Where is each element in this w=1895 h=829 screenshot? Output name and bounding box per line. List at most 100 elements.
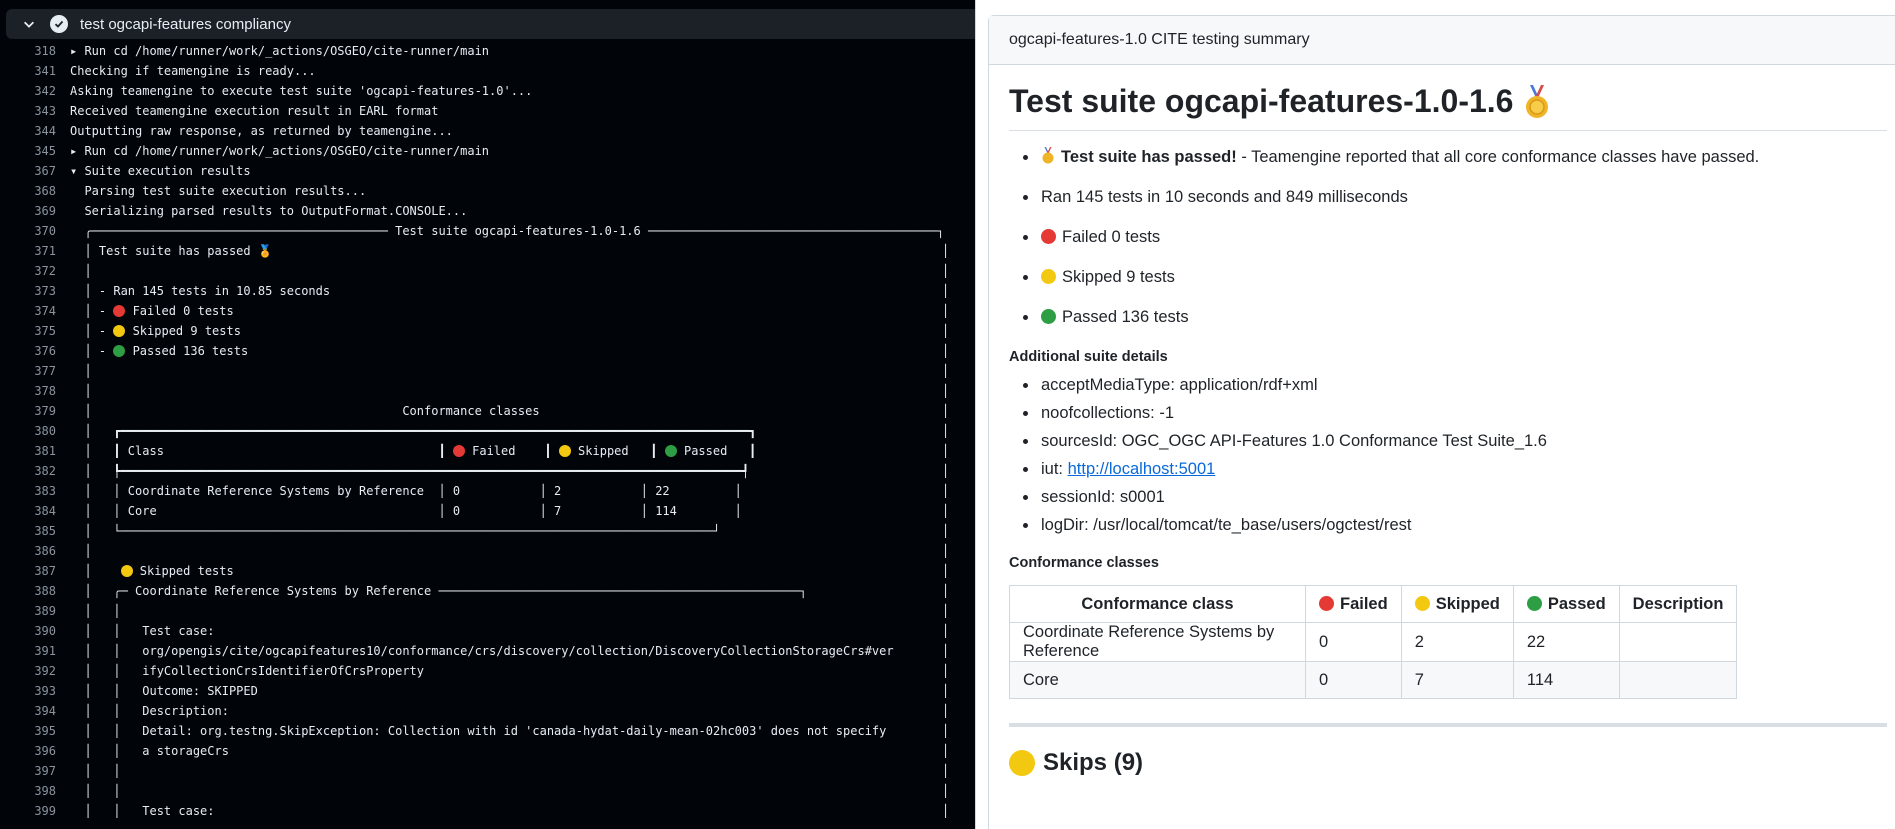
line-number[interactable]: 383: [0, 481, 56, 501]
passed-text: Passed 136 tests: [1062, 308, 1189, 326]
log-line: 389 │ │ │: [0, 601, 975, 621]
line-number[interactable]: 378: [0, 381, 56, 401]
box-border-right: │: [942, 324, 950, 338]
log-line: 345 ▸ Run cd /home/runner/work/_actions/O…: [0, 141, 975, 161]
log-text: │ │ Coordinate Reference Systems by Refe…: [70, 481, 741, 501]
yellow-circle-icon: [113, 325, 126, 337]
summary-passed-item: Test suite has passed! - Teamengine repo…: [1009, 145, 1887, 169]
line-number[interactable]: 388: [0, 581, 56, 601]
log-line: 342 Asking teamengine to execute test sui…: [0, 81, 975, 101]
line-number[interactable]: 372: [0, 261, 56, 281]
line-number[interactable]: 373: [0, 281, 56, 301]
line-number[interactable]: 344: [0, 121, 56, 141]
log-text-segment: │ │ Core │ 0 │ 7 │ 114 │: [70, 504, 742, 518]
log-text: Asking teamengine to execute test suite …: [70, 81, 532, 101]
line-number[interactable]: 374: [0, 301, 56, 321]
line-number[interactable]: 393: [0, 681, 56, 701]
medal-icon: [1523, 84, 1551, 119]
log-text: │: [70, 541, 91, 561]
line-number[interactable]: 389: [0, 601, 56, 621]
cell-skipped: 2: [1400, 622, 1514, 662]
log-text: │ │ Test case:: [70, 801, 215, 821]
passed-bold: Test suite has passed!: [1061, 148, 1237, 166]
cell-class: Core: [1009, 661, 1306, 699]
line-number[interactable]: 369: [0, 201, 56, 221]
cell-passed: 22: [1512, 622, 1620, 662]
line-number[interactable]: 394: [0, 701, 56, 721]
line-number[interactable]: 368: [0, 181, 56, 201]
line-number[interactable]: 341: [0, 61, 56, 81]
log-text: │ │: [70, 781, 120, 801]
line-number[interactable]: 399: [0, 801, 56, 821]
step-header[interactable]: test ogcapi-features compliancy: [6, 9, 975, 39]
medal-icon: [1042, 147, 1054, 164]
line-number[interactable]: 318: [0, 41, 56, 61]
log-text-segment: │: [70, 564, 121, 578]
box-border-right: │: [942, 664, 950, 678]
iut-link[interactable]: http://localhost:5001: [1068, 460, 1216, 478]
table-row: Coordinate Reference Systems by Referenc…: [1009, 622, 1738, 662]
line-number[interactable]: 379: [0, 401, 56, 421]
log-text: │ Conformance classes: [70, 401, 539, 421]
line-number[interactable]: 398: [0, 781, 56, 801]
log-line: 398 │ │ │: [0, 781, 975, 801]
log-text: Serializing parsed results to OutputForm…: [70, 201, 467, 221]
log-text: ▸ Run cd /home/runner/work/_actions/OSGE…: [70, 41, 489, 61]
line-number[interactable]: 392: [0, 661, 56, 681]
log-text-segment: │: [70, 384, 92, 398]
line-number[interactable]: 395: [0, 721, 56, 741]
col-skipped: Skipped: [1400, 585, 1514, 623]
log-line: 372 │ │: [0, 261, 975, 281]
line-number[interactable]: 381: [0, 441, 56, 461]
line-number[interactable]: 375: [0, 321, 56, 341]
step-title: test ogcapi-features compliancy: [80, 15, 291, 33]
log-text: │ │ Core │ 0 │ 7 │ 114 │: [70, 501, 742, 521]
skipped-text: Skipped 9 tests: [1062, 268, 1175, 286]
log-text: │ - Skipped 9 tests: [70, 321, 241, 341]
line-number[interactable]: 345: [0, 141, 56, 161]
box-border-right: │: [942, 384, 950, 398]
detail-logdir: logDir: /usr/local/tomcat/te_base/users/…: [1009, 515, 1887, 535]
log-text: Received teamengine execution result in …: [70, 101, 438, 121]
log-text: │ - Passed 136 tests: [70, 341, 248, 361]
col-class: Conformance class: [1009, 585, 1306, 623]
passed-rest: - Teamengine reported that all core conf…: [1236, 148, 1760, 166]
line-number[interactable]: 391: [0, 641, 56, 661]
log-text: ▾ Suite execution results: [70, 161, 251, 181]
log-text-segment: │ │ Test case:: [70, 804, 215, 818]
line-number[interactable]: 376: [0, 341, 56, 361]
summary-failed-item: Failed 0 tests: [1009, 225, 1887, 249]
box-border-right: │: [942, 464, 950, 478]
log-line: 378 │ │: [0, 381, 975, 401]
line-number[interactable]: 382: [0, 461, 56, 481]
line-number[interactable]: 386: [0, 541, 56, 561]
line-number[interactable]: 390: [0, 621, 56, 641]
line-number[interactable]: 370: [0, 221, 56, 241]
line-number[interactable]: 380: [0, 421, 56, 441]
col-description: Description: [1618, 585, 1738, 623]
summary-passed-count-item: Passed 136 tests: [1009, 305, 1887, 329]
log-text-segment: Serializing parsed results to OutputForm…: [70, 204, 468, 218]
line-number[interactable]: 377: [0, 361, 56, 381]
line-number[interactable]: 384: [0, 501, 56, 521]
box-border-right: │: [942, 604, 950, 618]
line-number[interactable]: 387: [0, 561, 56, 581]
line-number[interactable]: 371: [0, 241, 56, 261]
log-text-segment: │ ┡━━━━━━━━━━━━━━━━━━━━━━━━━━━━━━━━━━━━━…: [70, 464, 750, 478]
line-number[interactable]: 342: [0, 81, 56, 101]
log-line: 343 Received teamengine execution result …: [0, 101, 975, 121]
log-line: 394 │ │ Description: │: [0, 701, 975, 721]
log-text-segment: │ Test suite has passed 🏅: [70, 244, 273, 258]
line-number[interactable]: 396: [0, 741, 56, 761]
log-text: │ │ Outcome: SKIPPED: [70, 681, 257, 701]
summary-content: Test suite ogcapi-features-1.0-1.6 Test …: [989, 83, 1895, 777]
log-text-segment: Outputting raw response, as returned by …: [70, 124, 453, 138]
line-number[interactable]: 385: [0, 521, 56, 541]
log-line: 399 │ │ Test case: │: [0, 801, 975, 821]
chevron-down-icon[interactable]: [22, 17, 36, 31]
line-number[interactable]: 397: [0, 761, 56, 781]
line-number[interactable]: 367: [0, 161, 56, 181]
log-text-segment: Checking if teamengine is ready...: [70, 64, 316, 78]
log-line: 367 ▾ Suite execution results: [0, 161, 975, 181]
line-number[interactable]: 343: [0, 101, 56, 121]
